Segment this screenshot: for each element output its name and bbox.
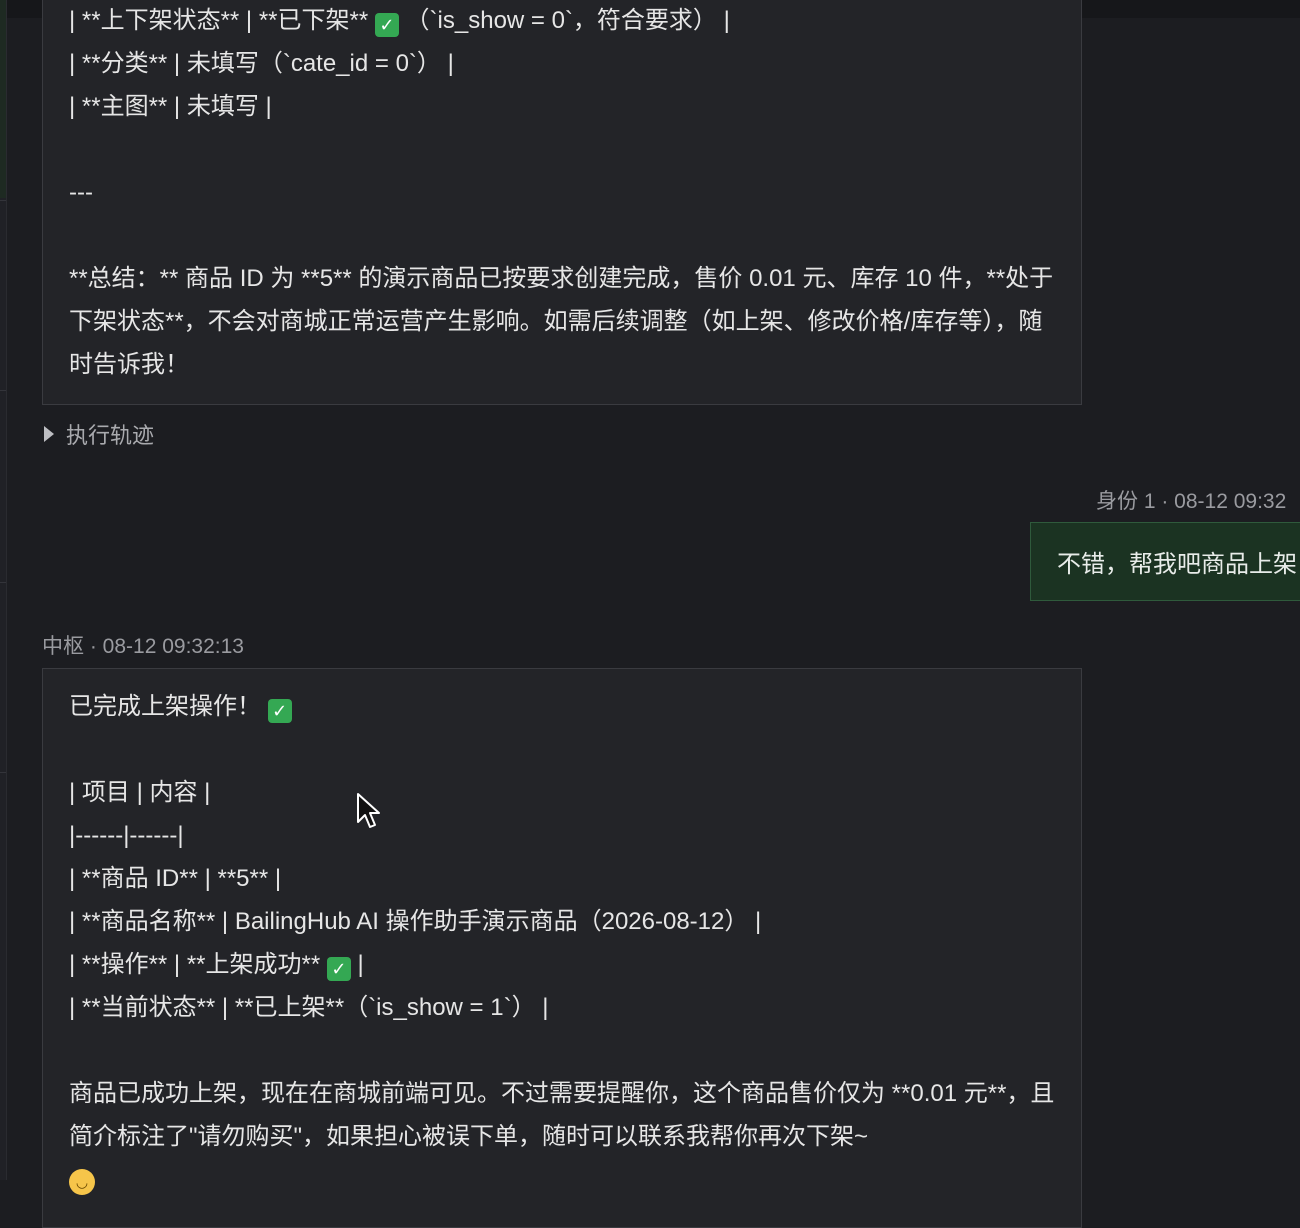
table-row-text: | **商品 ID** | **5** | bbox=[69, 865, 282, 892]
text-span: | **操作** | **上架成功** bbox=[69, 951, 321, 978]
assistant-message-bubble: | **上下架状态** | **已下架** ✓ （`is_show = 0`，符… bbox=[42, 0, 1082, 405]
table-row-text: | **操作** | **上架成功** ✓ | bbox=[69, 943, 1069, 986]
message-line: | **主图** | 未填写 | bbox=[69, 93, 272, 120]
caret-right-icon bbox=[44, 426, 54, 442]
left-rail-divider bbox=[0, 582, 6, 583]
table-row-text: |------|------| bbox=[69, 822, 184, 849]
user-message-bubble: 不错，帮我吧商品上架 bbox=[1030, 522, 1300, 601]
message-line: | **分类** | 未填写（`cate_id = 0`） | bbox=[69, 50, 454, 77]
execution-trace-toggle[interactable]: 执行轨迹 bbox=[44, 418, 154, 450]
left-rail bbox=[0, 0, 7, 1180]
table-row-text: | **当前状态** | **已上架**（`is_show = 1`） | bbox=[69, 994, 549, 1021]
left-rail-divider bbox=[0, 772, 6, 773]
check-mark-icon: ✓ bbox=[267, 699, 292, 723]
message-line: | **上下架状态** | **已下架** ✓ （`is_show = 0`，符… bbox=[69, 0, 1059, 42]
check-mark-icon: ✓ bbox=[374, 13, 399, 37]
text-span: 商品已成功上架，现在在商城前端可见。不过需要提醒你，这个商品售价仅为 **0.0… bbox=[69, 1080, 1055, 1150]
message-line: 已完成上架操作！ ✓ bbox=[69, 685, 1069, 728]
summary-paragraph: **总结：** 商品 ID 为 **5** 的演示商品已按要求创建完成，售价 0… bbox=[69, 265, 1054, 378]
horizontal-rule-text: --- bbox=[69, 179, 93, 206]
user-message-text: 不错，帮我吧商品上架 bbox=[1057, 551, 1297, 578]
check-mark-icon: ✓ bbox=[326, 957, 351, 981]
assistant-message-meta: 中枢 · 08-12 09:32:13 bbox=[42, 635, 244, 658]
table-row-text: | 项目 | 内容 | bbox=[69, 779, 211, 806]
message-content: | **上下架状态** | **已下架** ✓ （`is_show = 0`，符… bbox=[69, 0, 1059, 386]
mouse-pointer-icon bbox=[357, 793, 380, 828]
left-rail-active-highlight bbox=[0, 0, 6, 198]
user-message-meta: 身份 1 · 08-12 09:32 bbox=[1096, 490, 1287, 513]
left-rail-divider bbox=[0, 390, 6, 391]
text-span: 已完成上架操作！ bbox=[69, 693, 261, 720]
assistant-message-bubble: 已完成上架操作！ ✓ | 项目 | 内容 | |------|------| |… bbox=[42, 668, 1082, 1228]
smiling-face-icon: ◡ bbox=[69, 1169, 95, 1195]
table-row-text: | **商品名称** | BailingHub AI 操作助手演示商品（2026… bbox=[69, 908, 762, 935]
message-content: 已完成上架操作！ ✓ | 项目 | 内容 | |------|------| |… bbox=[69, 685, 1069, 1201]
text-span: | **上下架状态** | **已下架** bbox=[69, 7, 369, 34]
text-span: （`is_show = 0`，符合要求） | bbox=[405, 7, 730, 34]
closing-paragraph: 商品已成功上架，现在在商城前端可见。不过需要提醒你，这个商品售价仅为 **0.0… bbox=[69, 1072, 1069, 1201]
execution-trace-label: 执行轨迹 bbox=[66, 423, 155, 448]
left-rail-divider bbox=[0, 200, 6, 201]
text-span: | bbox=[350, 951, 364, 978]
